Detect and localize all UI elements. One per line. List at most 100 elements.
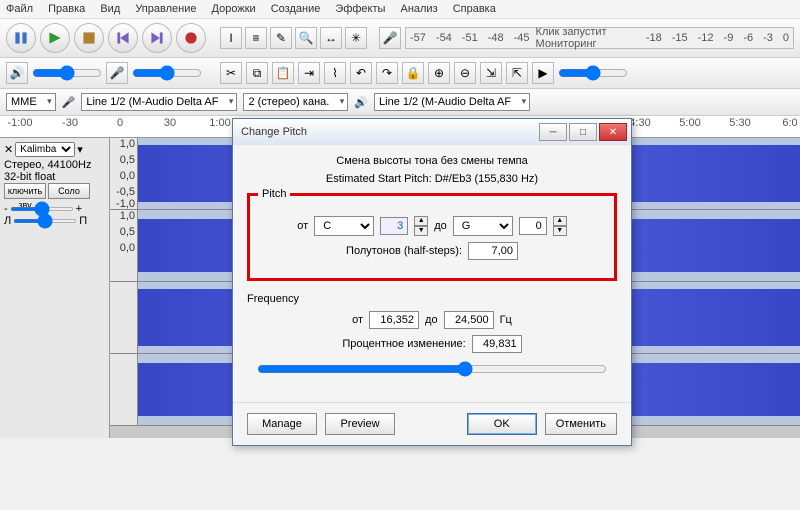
pan-slider[interactable] [13,219,77,223]
speaker-icon[interactable]: 🔊 [6,62,28,84]
freq-to-input[interactable] [444,311,494,329]
recording-meter[interactable]: -57-54-51-48-45 Клик запустит Мониторинг… [405,27,794,49]
freq-to-label: до [425,314,438,326]
frequency-legend: Frequency [247,293,617,305]
to-oct-up[interactable]: ▲ [553,216,567,226]
ok-button[interactable]: OK [467,413,537,435]
to-note-select[interactable]: G [453,216,513,236]
preview-button[interactable]: Preview [325,413,395,435]
percent-label: Процентное изменение: [342,338,465,350]
speaker-device-icon: 🔊 [354,96,368,109]
from-oct-up[interactable]: ▲ [414,216,428,226]
meter-ticks-left: -57-54-51-48-45 [410,32,530,44]
pitch-group: Pitch от C ▲▼ до G ▲▼ Полутонов (half-st… [247,193,617,281]
dialog-titlebar[interactable]: Change Pitch ─ □ ✕ [233,119,631,145]
trim-icon[interactable]: ⇥ [298,62,320,84]
percent-slider[interactable] [257,361,607,377]
halfsteps-input[interactable] [468,242,518,260]
audio-host-combo[interactable]: MME [6,93,56,111]
undo-icon[interactable]: ↶ [350,62,372,84]
from-octave-input[interactable] [380,217,408,235]
change-pitch-dialog: Change Pitch ─ □ ✕ Смена высоты тона без… [232,118,632,446]
mic-slider-icon[interactable]: 🎤 [106,62,128,84]
menu-file[interactable]: Файл [6,3,33,15]
from-note-select[interactable]: C [314,216,374,236]
mic-device-icon: 🎤 [62,96,76,109]
halfsteps-label: Полутонов (half-steps): [346,245,462,257]
menu-help[interactable]: Справка [453,3,496,15]
freq-from-input[interactable] [369,311,419,329]
percent-input[interactable] [472,335,522,353]
track-close-icon[interactable]: ✕ [4,143,13,156]
transport-toolbar: I ≡ ✎ 🔍 ↔ ✳ 🎤 -57-54-51-48-45 Клик запус… [0,19,800,58]
tool-palette: I ≡ ✎ 🔍 ↔ ✳ [220,27,367,49]
selection-tool-icon[interactable]: I [220,27,242,49]
sync-lock-icon[interactable]: 🔒 [402,62,424,84]
manage-button[interactable]: Manage [247,413,317,435]
maximize-icon[interactable]: □ [569,123,597,141]
fit-project-icon[interactable]: ⇱ [506,62,528,84]
play-at-speed-icon[interactable]: ▶ [532,62,554,84]
input-volume-slider[interactable] [132,65,202,81]
envelope-tool-icon[interactable]: ≡ [245,27,267,49]
menu-generate[interactable]: Создание [271,3,321,15]
edit-toolbar: 🔊 🎤 ✂ ⧉ 📋 ⇥ ⌇ ↶ ↷ 🔒 ⊕ ⊖ ⇲ ⇱ ▶ [0,58,800,89]
pause-button[interactable] [6,23,36,53]
estimated-pitch-label: Estimated Start Pitch: D#/Eb3 (155,830 H… [247,173,617,185]
cancel-button[interactable]: Отменить [545,413,617,435]
zoom-tool-icon[interactable]: 🔍 [295,27,317,49]
menu-tracks[interactable]: Дорожки [212,3,256,15]
menu-view[interactable]: Вид [100,3,120,15]
paste-icon[interactable]: 📋 [272,62,294,84]
amplitude-scale: 1,0 0,5 0,0 -0,5 -1,0 [110,138,138,209]
mic-icon[interactable]: 🎤 [379,27,401,49]
track-bitdepth-info: 32-bit float [4,171,105,183]
to-label: до [434,220,447,232]
output-device-combo[interactable]: Line 1/2 (M-Audio Delta AF [374,93,530,111]
timeshift-tool-icon[interactable]: ↔ [320,27,342,49]
track-control-panel: ✕ Kalimba ▾ Стерео, 44100Hz 32-bit float… [0,138,110,438]
mute-button[interactable]: ключить зву [4,183,46,199]
silence-icon[interactable]: ⌇ [324,62,346,84]
cut-icon[interactable]: ✂ [220,62,242,84]
output-volume-slider[interactable] [32,65,102,81]
frequency-group: Frequency от до Гц Процентное изменение: [247,289,617,392]
menu-transport[interactable]: Управление [135,3,196,15]
menu-effects[interactable]: Эффекты [335,3,385,15]
close-icon[interactable]: ✕ [599,123,627,141]
to-oct-down[interactable]: ▼ [553,226,567,236]
stop-button[interactable] [74,23,104,53]
amplitude-scale-2: 1,0 0,5 0,0 [110,210,138,281]
skip-end-button[interactable] [142,23,172,53]
gain-slider[interactable] [10,207,74,211]
fit-selection-icon[interactable]: ⇲ [480,62,502,84]
dialog-button-row: Manage Preview OK Отменить [233,402,631,445]
to-octave-input[interactable] [519,217,547,235]
meter-click-text: Клик запустит Мониторинг [536,26,640,50]
zoom-out-icon[interactable]: ⊖ [454,62,476,84]
hz-label: Гц [500,314,512,326]
menu-bar: Файл Правка Вид Управление Дорожки Созда… [0,0,800,19]
track-menu-icon[interactable]: ▾ [77,143,83,156]
record-button[interactable] [176,23,206,53]
from-oct-down[interactable]: ▼ [414,226,428,236]
play-button[interactable] [40,23,70,53]
zoom-in-icon[interactable]: ⊕ [428,62,450,84]
multi-tool-icon[interactable]: ✳ [345,27,367,49]
minimize-icon[interactable]: ─ [539,123,567,141]
solo-button[interactable]: Соло [48,183,90,199]
pitch-legend: Pitch [258,188,290,200]
menu-analyze[interactable]: Анализ [400,3,437,15]
redo-icon[interactable]: ↷ [376,62,398,84]
input-channels-combo[interactable]: 2 (стерео) кана. [243,93,348,111]
input-device-combo[interactable]: Line 1/2 (M-Audio Delta AF [81,93,237,111]
from-label: от [297,220,308,232]
menu-edit[interactable]: Правка [48,3,85,15]
track-name-dropdown[interactable]: Kalimba [15,142,75,157]
copy-icon[interactable]: ⧉ [246,62,268,84]
freq-from-label: от [352,314,363,326]
draw-tool-icon[interactable]: ✎ [270,27,292,49]
skip-start-button[interactable] [108,23,138,53]
playback-speed-slider[interactable] [558,65,628,81]
dialog-headline: Смена высоты тона без смены темпа [247,155,617,167]
